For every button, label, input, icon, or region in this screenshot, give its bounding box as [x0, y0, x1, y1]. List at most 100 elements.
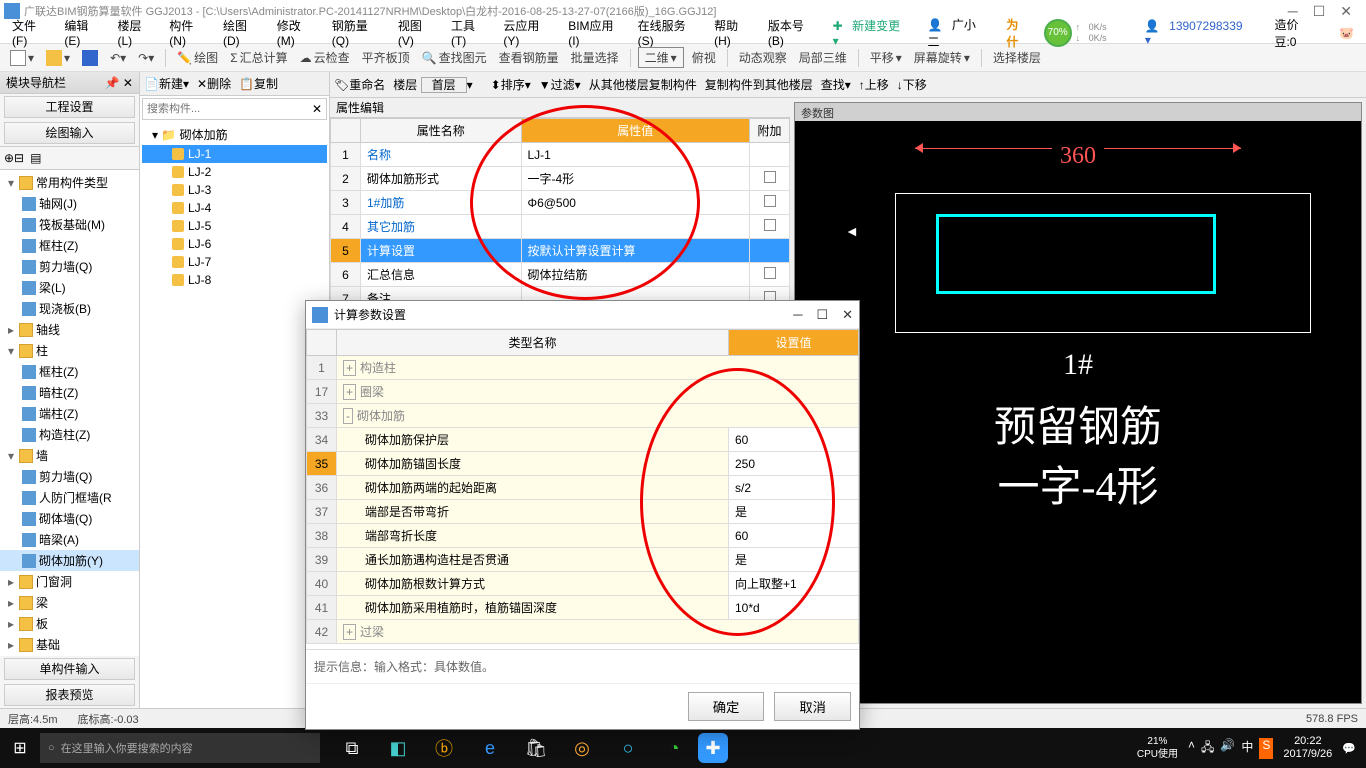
task-view-icon[interactable]: ⧉: [330, 728, 374, 768]
nav-tree-item[interactable]: ▸门窗洞: [0, 571, 139, 592]
nav-tree-item[interactable]: 框柱(Z): [0, 235, 139, 256]
select-floor-button[interactable]: 选择楼层: [989, 47, 1045, 68]
draw-button[interactable]: ✏️绘图: [173, 47, 222, 68]
dialog-row[interactable]: 41砌体加筋采用植筋时，植筋锚固深度10*d: [307, 596, 859, 620]
nav-tree-item[interactable]: 轴网(J): [0, 193, 139, 214]
property-table[interactable]: 属性名称 属性值 附加 1名称LJ-12砌体加筋形式一字-4形31#加筋Φ6@5…: [330, 118, 790, 311]
phone-label[interactable]: 👤 13907298339 ▾: [1139, 17, 1261, 49]
dialog-row[interactable]: 17+圈梁: [307, 380, 859, 404]
menu-modify[interactable]: 修改(M): [271, 15, 324, 50]
undo-button[interactable]: ↶▾: [106, 49, 130, 67]
dialog-row[interactable]: 40砌体加筋根数计算方式向上取整+1: [307, 572, 859, 596]
batch-select-button[interactable]: 批量选择: [567, 47, 623, 68]
tray-network-icon[interactable]: 🖧: [1201, 738, 1214, 759]
dialog-row[interactable]: 38端部弯折长度60: [307, 524, 859, 548]
component-item[interactable]: LJ-4: [142, 199, 327, 217]
menu-view[interactable]: 视图(V): [392, 15, 443, 50]
report-preview-button[interactable]: 报表预览: [4, 684, 135, 706]
tray-icons[interactable]: ˄ 🖧 🔊 中 S: [1188, 738, 1273, 759]
start-button[interactable]: ⊞: [0, 728, 40, 768]
nav-tree-item[interactable]: 端柱(Z): [0, 403, 139, 424]
dialog-row[interactable]: 1+构造柱: [307, 356, 859, 380]
dialog-row[interactable]: 35砌体加筋锚固长度250: [307, 452, 859, 476]
component-item[interactable]: LJ-1: [142, 145, 327, 163]
local-3d-button[interactable]: 局部三维: [795, 47, 851, 68]
taskbar-app-5[interactable]: ◔: [652, 728, 696, 768]
menu-cloud[interactable]: 云应用(Y): [497, 15, 560, 50]
nav-tree-item[interactable]: ▾常用构件类型: [0, 172, 139, 193]
menu-draw[interactable]: 绘图(D): [217, 15, 269, 50]
component-item[interactable]: LJ-8: [142, 271, 327, 289]
2d-dropdown[interactable]: 二维 ▾: [638, 47, 684, 68]
single-component-button[interactable]: 单构件输入: [4, 658, 135, 680]
taskbar-store-icon[interactable]: 🛍: [514, 728, 558, 768]
pin-icon[interactable]: 📌 ✕: [105, 76, 133, 90]
menu-help[interactable]: 帮助(H): [708, 15, 760, 50]
user-label[interactable]: 👤 广小二: [922, 14, 999, 52]
tray-notification-icon[interactable]: 💬: [1342, 742, 1356, 755]
move-up-button[interactable]: ↑上移: [859, 76, 889, 93]
copy-to-button[interactable]: 复制构件到其他楼层: [705, 76, 813, 93]
nav-tree-item[interactable]: ▾柱: [0, 340, 139, 361]
filter-button[interactable]: ▼过滤▾: [539, 76, 581, 93]
nav-tree-item[interactable]: 人防门框墙(R: [0, 487, 139, 508]
menu-tools[interactable]: 工具(T): [445, 15, 495, 50]
component-item[interactable]: LJ-3: [142, 181, 327, 199]
dialog-minimize[interactable]: ─: [793, 307, 802, 323]
nav-tree-item[interactable]: 框柱(Z): [0, 361, 139, 382]
cancel-button[interactable]: 取消: [774, 692, 851, 721]
menu-component[interactable]: 构件(N): [163, 15, 215, 50]
search-clear-icon[interactable]: ✕: [312, 102, 322, 116]
save-button[interactable]: [78, 48, 102, 68]
nav-tree-item[interactable]: ▾墙: [0, 445, 139, 466]
component-item[interactable]: LJ-5: [142, 217, 327, 235]
property-row[interactable]: 6汇总信息砌体拉结筋: [331, 263, 790, 287]
property-row[interactable]: 5计算设置按默认计算设置计算: [331, 239, 790, 263]
dialog-maximize[interactable]: ☐: [816, 307, 828, 323]
nav-tree-item[interactable]: 剪力墙(Q): [0, 466, 139, 487]
taskbar-search[interactable]: ○ 在这里输入你要搜索的内容: [40, 733, 320, 763]
open-button[interactable]: ▾: [42, 48, 74, 68]
menu-edit[interactable]: 编辑(E): [58, 15, 109, 50]
property-row[interactable]: 2砌体加筋形式一字-4形: [331, 167, 790, 191]
floor-dropdown[interactable]: 楼层 首层▾: [393, 76, 472, 93]
nav-tree-item[interactable]: 筏板基础(M): [0, 214, 139, 235]
dialog-row[interactable]: 39通长加筋遇构造柱是否贯通是: [307, 548, 859, 572]
new-doc-button[interactable]: ▾: [6, 48, 38, 68]
dialog-close[interactable]: ✕: [842, 307, 853, 323]
dialog-row[interactable]: 33-砌体加筋: [307, 404, 859, 428]
move-down-button[interactable]: ↓下移: [897, 76, 927, 93]
menu-floor[interactable]: 楼层(L): [112, 15, 162, 50]
copy-from-button[interactable]: 从其他楼层复制构件: [589, 76, 697, 93]
menu-version[interactable]: 版本号(B): [762, 15, 825, 50]
component-search[interactable]: ✕: [142, 98, 327, 120]
tray-ime-icon[interactable]: 中: [1241, 738, 1253, 759]
dynamic-view-button[interactable]: 动态观察: [735, 47, 791, 68]
taskbar-app-1[interactable]: ◧: [376, 728, 420, 768]
dialog-row[interactable]: 37端部是否带弯折是: [307, 500, 859, 524]
nav-tree[interactable]: ▾常用构件类型轴网(J)筏板基础(M)框柱(Z)剪力墙(Q)梁(L)现浇板(B)…: [0, 170, 139, 656]
tray-cpu[interactable]: 21%CPU使用: [1137, 735, 1178, 761]
property-row[interactable]: 1名称LJ-1: [331, 143, 790, 167]
new-change-button[interactable]: ✚ 新建变更 ▾: [827, 15, 920, 50]
component-search-input[interactable]: [147, 103, 312, 115]
nav-tree-item[interactable]: ▸梁: [0, 592, 139, 613]
sum-button[interactable]: Σ 汇总计算: [226, 47, 291, 68]
cloud-check-button[interactable]: ☁ 云检查: [296, 47, 354, 68]
menu-file[interactable]: 文件(F): [6, 15, 56, 50]
menu-online[interactable]: 在线服务(S): [632, 15, 707, 50]
flat-button[interactable]: 平齐板顶: [358, 47, 414, 68]
comp-root[interactable]: ▾ 📁 砌体加筋: [142, 124, 327, 145]
rename-button[interactable]: 🏷重命名: [334, 76, 385, 93]
component-item[interactable]: LJ-6: [142, 235, 327, 253]
tray-up-icon[interactable]: ˄: [1188, 738, 1195, 759]
tray-clock[interactable]: 20:222017/9/26: [1283, 735, 1332, 761]
comp-new-button[interactable]: 📄新建▾: [144, 75, 189, 92]
component-tree[interactable]: ▾ 📁 砌体加筋LJ-1LJ-2LJ-3LJ-4LJ-5LJ-6LJ-7LJ-8: [140, 122, 329, 708]
nav-tree-item[interactable]: 砌体墙(Q): [0, 508, 139, 529]
translate-button[interactable]: 平移▾: [866, 47, 906, 68]
dialog-table[interactable]: 类型名称 设置值 1+构造柱17+圈梁33-砌体加筋34砌体加筋保护层6035砌…: [306, 329, 859, 644]
comp-del-button[interactable]: ✕删除: [197, 75, 231, 92]
nav-tree-item[interactable]: ▸板: [0, 613, 139, 634]
nav-tree-item[interactable]: 梁(L): [0, 277, 139, 298]
